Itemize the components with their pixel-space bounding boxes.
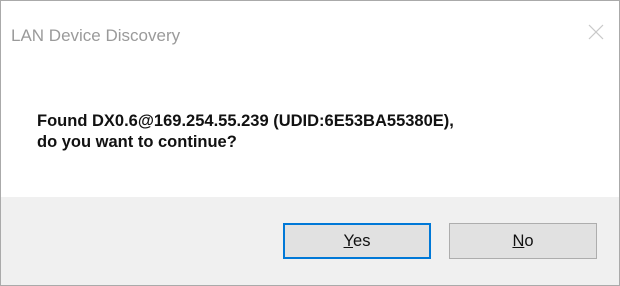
title-bar[interactable]: LAN Device Discovery (1, 1, 619, 63)
no-label-rest: o (524, 232, 534, 250)
message-area: Found DX0.6@169.254.55.239 (UDID:6E53BA5… (1, 63, 619, 197)
message-text: Found DX0.6@169.254.55.239 (UDID:6E53BA5… (37, 111, 454, 153)
window-title: LAN Device Discovery (11, 26, 181, 45)
yes-label-rest: es (353, 232, 371, 250)
close-button[interactable] (573, 1, 619, 63)
message-line-1: Found DX0.6@169.254.55.239 (UDID:6E53BA5… (37, 112, 454, 130)
close-icon (588, 24, 604, 40)
yes-button[interactable]: Yes (283, 223, 431, 259)
message-dialog: LAN Device Discovery Found DX0.6@169.254… (0, 0, 620, 286)
no-button[interactable]: No (449, 223, 597, 259)
yes-mnemonic: Y (343, 232, 354, 250)
button-bar: Yes No (1, 197, 619, 285)
message-line-2: do you want to continue? (37, 133, 237, 151)
no-mnemonic: N (512, 232, 525, 250)
